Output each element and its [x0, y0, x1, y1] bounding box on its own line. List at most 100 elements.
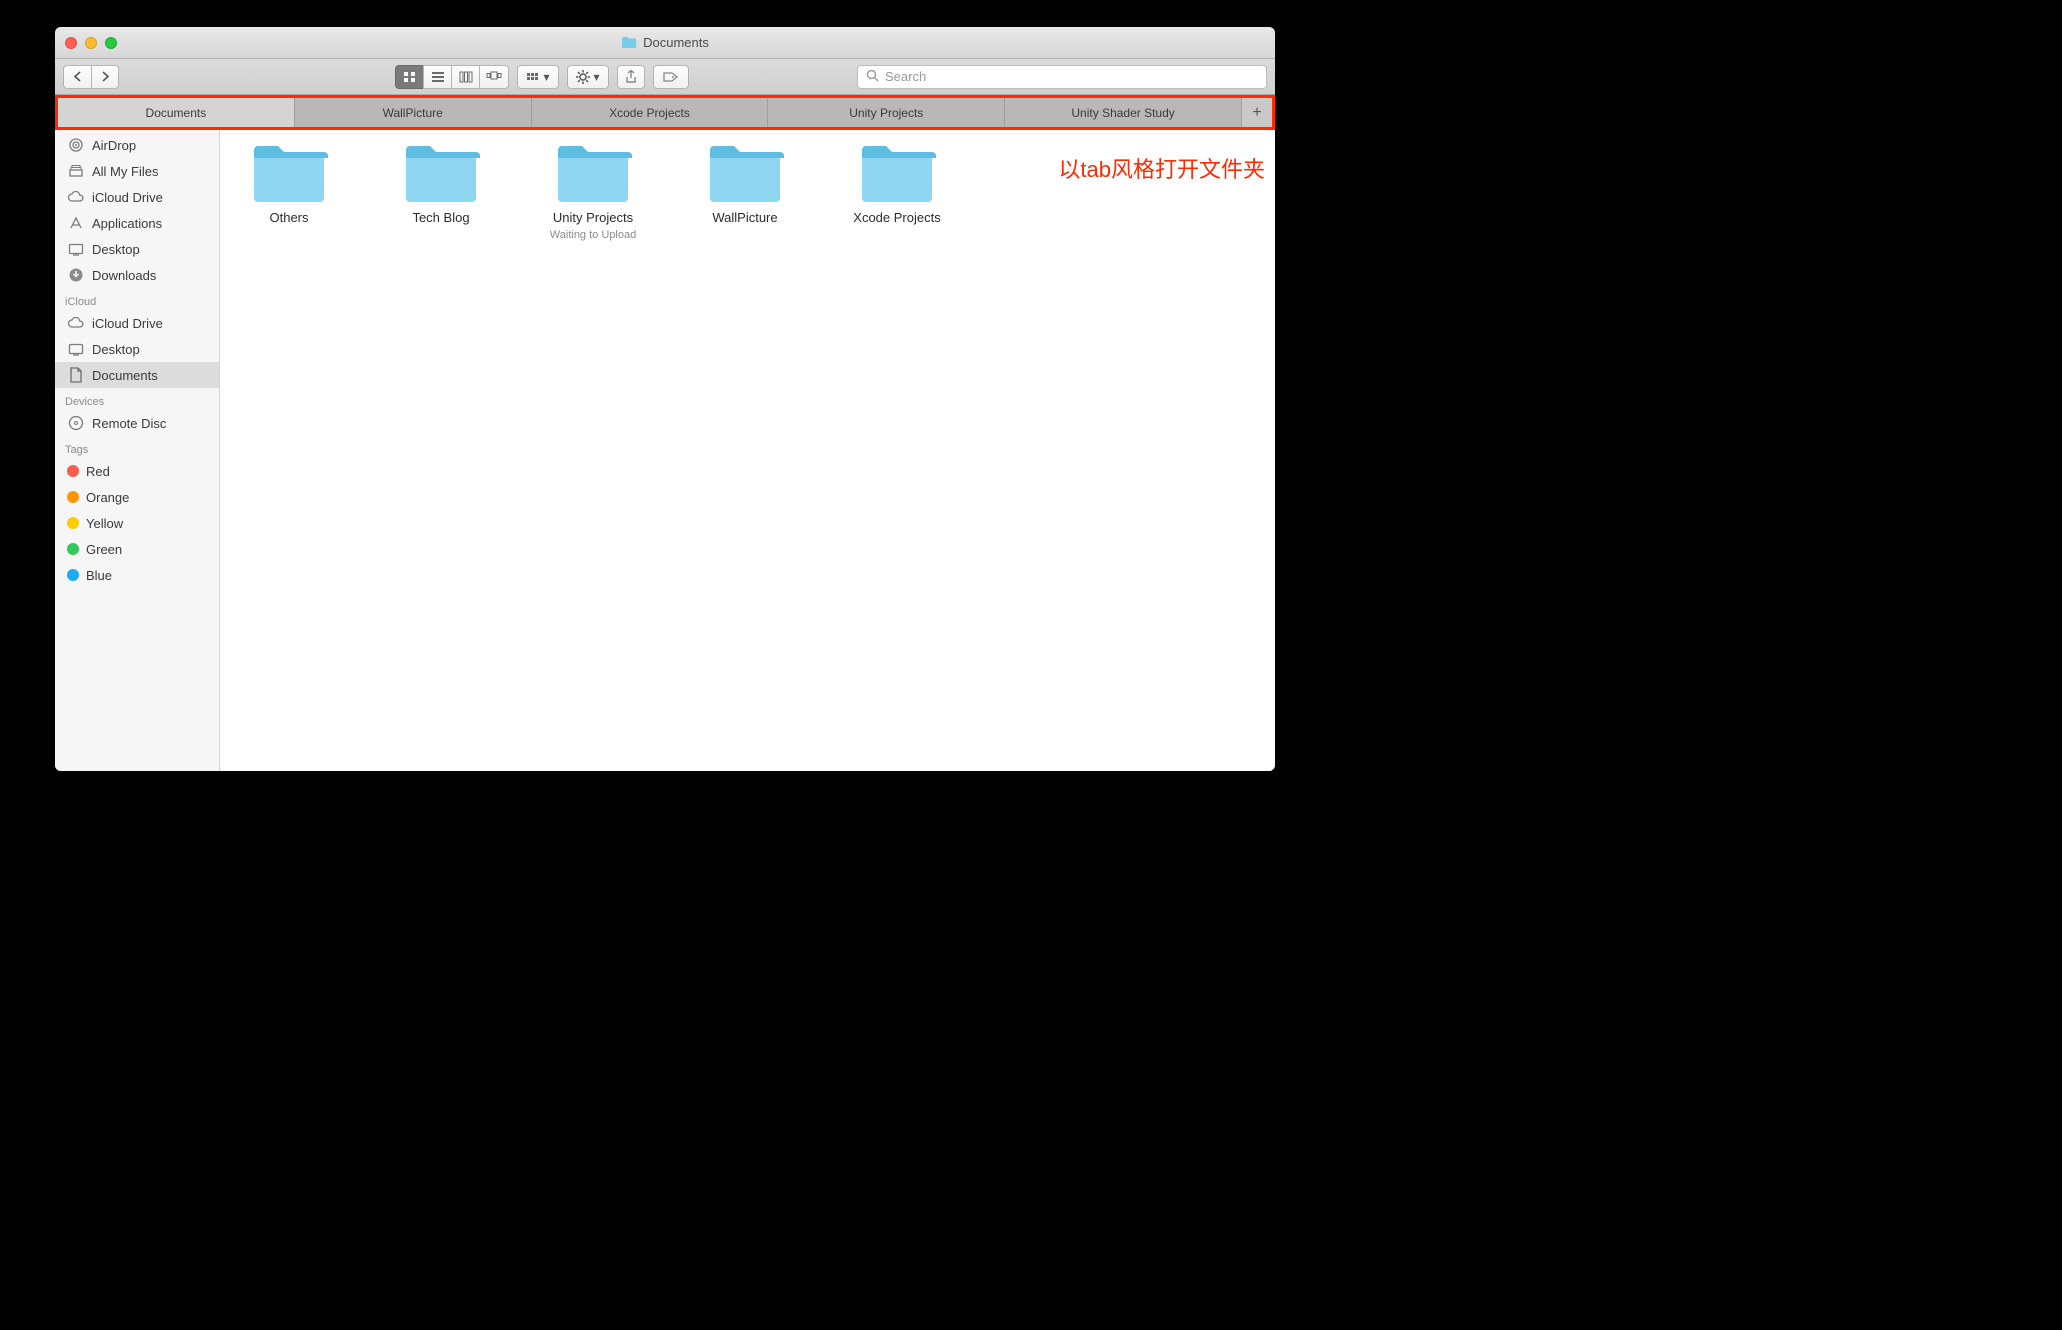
sidebar-item-desktop-fav[interactable]: Desktop [55, 236, 219, 262]
sidebar-tag-yellow[interactable]: Yellow [55, 510, 219, 536]
tag-dot-icon [67, 569, 79, 581]
forward-button[interactable] [91, 65, 119, 89]
sidebar-item-documents[interactable]: Documents [55, 362, 219, 388]
tab-documents[interactable]: Documents [58, 98, 295, 127]
cloud-icon [67, 314, 85, 332]
sidebar: AirDrop All My Files iCloud Drive Applic… [55, 130, 220, 771]
folder-icon [621, 36, 637, 49]
documents-icon [67, 366, 85, 384]
close-button[interactable] [65, 37, 77, 49]
titlebar: Documents [55, 27, 1275, 59]
nav-buttons [63, 65, 119, 89]
folder-icon [706, 144, 784, 206]
list-view-button[interactable] [423, 65, 451, 89]
tab-unity-shader-study[interactable]: Unity Shader Study [1005, 98, 1242, 127]
sidebar-section-icloud: iCloud [55, 288, 219, 310]
sidebar-item-downloads[interactable]: Downloads [55, 262, 219, 288]
new-tab-button[interactable]: + [1242, 98, 1272, 127]
search-input[interactable]: Search [857, 65, 1267, 89]
content-area[interactable]: Others Tech Blog Unity Projects Waiting … [220, 130, 1275, 771]
sidebar-item-label: Green [86, 542, 122, 557]
arrange-group: ▾ [517, 65, 559, 89]
tag-dot-icon [67, 491, 79, 503]
maximize-button[interactable] [105, 37, 117, 49]
folder-label: Unity Projects [553, 210, 633, 225]
tabbar: Documents WallPicture Xcode Projects Uni… [55, 95, 1275, 130]
finder-window: Documents ▾ ▾ Search [55, 27, 1275, 771]
sidebar-item-label: Documents [92, 368, 158, 383]
column-view-button[interactable] [451, 65, 479, 89]
folder-status: Waiting to Upload [550, 229, 636, 241]
cloud-icon [67, 188, 85, 206]
arrange-button[interactable]: ▾ [517, 65, 559, 89]
folder-label: Xcode Projects [853, 210, 940, 225]
sidebar-tag-orange[interactable]: Orange [55, 484, 219, 510]
folder-icon [858, 144, 936, 206]
sidebar-section-devices: Devices [55, 388, 219, 410]
icon-view-button[interactable] [395, 65, 423, 89]
toolbar: ▾ ▾ Search [55, 59, 1275, 95]
folder-label: Tech Blog [412, 210, 469, 225]
action-group: ▾ [567, 65, 609, 89]
share-button[interactable] [617, 65, 645, 89]
sidebar-item-label: Blue [86, 568, 112, 583]
back-button[interactable] [63, 65, 91, 89]
coverflow-view-button[interactable] [479, 65, 509, 89]
sidebar-item-desktop-icloud[interactable]: Desktop [55, 336, 219, 362]
folder-icon [402, 144, 480, 206]
tab-wallpicture[interactable]: WallPicture [295, 98, 532, 127]
sidebar-item-label: Red [86, 464, 110, 479]
disc-icon [67, 414, 85, 432]
all-files-icon [67, 162, 85, 180]
sidebar-tag-green[interactable]: Green [55, 536, 219, 562]
sidebar-item-label: Downloads [92, 268, 156, 283]
sidebar-section-tags: Tags [55, 436, 219, 458]
sidebar-item-airdrop[interactable]: AirDrop [55, 132, 219, 158]
sidebar-item-label: Orange [86, 490, 129, 505]
tab-unity-projects[interactable]: Unity Projects [768, 98, 1005, 127]
action-button[interactable]: ▾ [567, 65, 609, 89]
applications-icon [67, 214, 85, 232]
sidebar-item-label: Yellow [86, 516, 123, 531]
desktop-icon [67, 340, 85, 358]
sidebar-item-label: Applications [92, 216, 162, 231]
sidebar-item-label: Desktop [92, 342, 140, 357]
sidebar-item-icloud-drive[interactable]: iCloud Drive [55, 310, 219, 336]
window-title: Documents [621, 35, 709, 50]
desktop-icon [67, 240, 85, 258]
traffic-lights [65, 37, 117, 49]
downloads-icon [67, 266, 85, 284]
sidebar-item-remote-disc[interactable]: Remote Disc [55, 410, 219, 436]
sidebar-item-label: iCloud Drive [92, 316, 163, 331]
tags-button[interactable] [653, 65, 689, 89]
airdrop-icon [67, 136, 85, 154]
folder-wallpicture[interactable]: WallPicture [690, 144, 800, 225]
sidebar-item-label: iCloud Drive [92, 190, 163, 205]
annotation-text: 以tab风格打开文件夹 [1058, 152, 1265, 184]
folder-label: Others [269, 210, 308, 225]
sidebar-item-label: Desktop [92, 242, 140, 257]
minimize-button[interactable] [85, 37, 97, 49]
window-body: AirDrop All My Files iCloud Drive Applic… [55, 130, 1275, 771]
sidebar-tag-blue[interactable]: Blue [55, 562, 219, 588]
sidebar-item-all-my-files[interactable]: All My Files [55, 158, 219, 184]
view-mode-group [395, 65, 509, 89]
sidebar-item-icloud-drive-fav[interactable]: iCloud Drive [55, 184, 219, 210]
sidebar-item-applications[interactable]: Applications [55, 210, 219, 236]
folder-unity-projects[interactable]: Unity Projects Waiting to Upload [538, 144, 648, 241]
folder-xcode-projects[interactable]: Xcode Projects [842, 144, 952, 225]
search-icon [866, 69, 879, 85]
tag-dot-icon [67, 465, 79, 477]
folder-tech-blog[interactable]: Tech Blog [386, 144, 496, 225]
sidebar-item-label: All My Files [92, 164, 158, 179]
window-title-text: Documents [643, 35, 709, 50]
folder-others[interactable]: Others [234, 144, 344, 225]
sidebar-tag-red[interactable]: Red [55, 458, 219, 484]
search-placeholder: Search [885, 69, 926, 84]
sidebar-item-label: AirDrop [92, 138, 136, 153]
tag-dot-icon [67, 543, 79, 555]
tag-dot-icon [67, 517, 79, 529]
folder-icon [554, 144, 632, 206]
sidebar-item-label: Remote Disc [92, 416, 166, 431]
tab-xcode-projects[interactable]: Xcode Projects [532, 98, 769, 127]
